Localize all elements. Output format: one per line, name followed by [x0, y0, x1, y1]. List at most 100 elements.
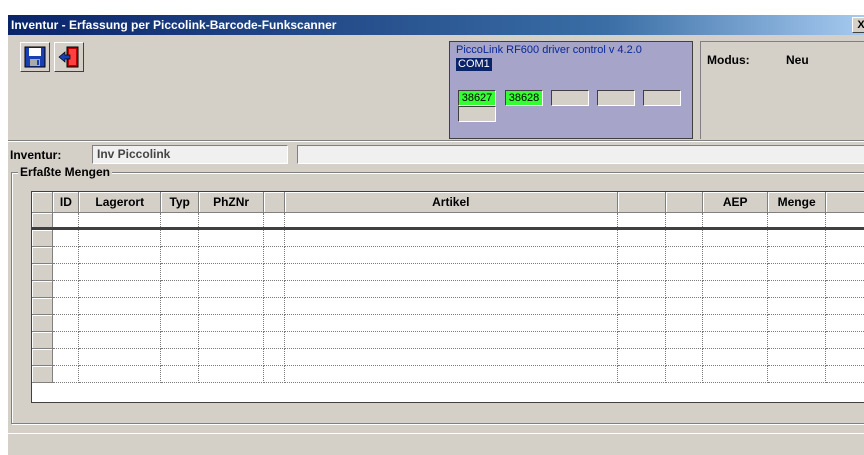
- table-cell[interactable]: [617, 297, 667, 315]
- table-cell[interactable]: [160, 348, 200, 366]
- column-header[interactable]: [617, 192, 667, 213]
- scanner-slot[interactable]: [458, 106, 496, 122]
- table-cell[interactable]: [665, 297, 704, 315]
- table-cell[interactable]: [617, 348, 667, 366]
- table-cell[interactable]: [617, 246, 667, 264]
- table-cell[interactable]: [665, 348, 704, 366]
- scanner-slot[interactable]: [597, 90, 635, 106]
- table-cell[interactable]: [78, 331, 162, 349]
- table-cell[interactable]: [825, 297, 864, 315]
- table-cell[interactable]: [767, 228, 827, 247]
- table-cell[interactable]: [78, 348, 162, 366]
- close-button[interactable]: X: [852, 17, 864, 33]
- table-cell[interactable]: [284, 365, 618, 383]
- table-cell[interactable]: [767, 348, 827, 366]
- row-header[interactable]: [32, 212, 54, 230]
- table-cell[interactable]: [160, 297, 200, 315]
- table-cell[interactable]: [198, 263, 264, 281]
- exit-button[interactable]: [54, 42, 84, 72]
- column-header[interactable]: [32, 192, 54, 213]
- column-header[interactable]: Artikel: [284, 192, 618, 213]
- table-cell[interactable]: [767, 314, 827, 332]
- table-cell[interactable]: [78, 246, 162, 264]
- table-row[interactable]: [32, 297, 864, 315]
- table-cell[interactable]: [198, 228, 264, 247]
- scanner-slot[interactable]: 38627: [458, 90, 496, 106]
- table-cell[interactable]: [198, 212, 264, 230]
- table-cell[interactable]: [617, 212, 667, 230]
- table-cell[interactable]: [160, 331, 200, 349]
- table-cell[interactable]: [263, 263, 285, 281]
- table-cell[interactable]: [52, 297, 80, 315]
- column-header[interactable]: PhZNr: [198, 192, 264, 213]
- table-cell[interactable]: [52, 263, 80, 281]
- table-cell[interactable]: [198, 348, 264, 366]
- table-cell[interactable]: [617, 280, 667, 298]
- table-cell[interactable]: [767, 263, 827, 281]
- table-row[interactable]: [32, 331, 864, 349]
- table-cell[interactable]: [78, 212, 162, 230]
- table-row[interactable]: [32, 365, 864, 383]
- column-header[interactable]: AEP: [702, 192, 769, 213]
- table-cell[interactable]: [702, 263, 769, 281]
- table-cell[interactable]: [160, 280, 200, 298]
- table-row[interactable]: [32, 228, 864, 247]
- table-cell[interactable]: [263, 228, 285, 247]
- table-cell[interactable]: [160, 212, 200, 230]
- table-cell[interactable]: [702, 365, 769, 383]
- table-cell[interactable]: [284, 314, 618, 332]
- table-cell[interactable]: [767, 365, 827, 383]
- row-header[interactable]: [32, 331, 54, 349]
- table-cell[interactable]: [617, 365, 667, 383]
- table-cell[interactable]: [665, 246, 704, 264]
- table-cell[interactable]: [198, 246, 264, 264]
- table-cell[interactable]: [825, 280, 864, 298]
- row-header[interactable]: [32, 263, 54, 281]
- table-cell[interactable]: [825, 246, 864, 264]
- inventur-field[interactable]: Inv Piccolink: [92, 145, 288, 164]
- table-cell[interactable]: [702, 228, 769, 247]
- table-cell[interactable]: [198, 331, 264, 349]
- table-cell[interactable]: [263, 331, 285, 349]
- scanner-slot[interactable]: 38628: [505, 90, 543, 106]
- row-header[interactable]: [32, 228, 54, 247]
- table-cell[interactable]: [284, 348, 618, 366]
- table-cell[interactable]: [78, 228, 162, 247]
- table-cell[interactable]: [198, 297, 264, 315]
- table-cell[interactable]: [665, 331, 704, 349]
- table-cell[interactable]: [284, 297, 618, 315]
- table-cell[interactable]: [263, 280, 285, 298]
- table-cell[interactable]: [263, 297, 285, 315]
- table-cell[interactable]: [284, 246, 618, 264]
- table-cell[interactable]: [665, 228, 704, 247]
- table-cell[interactable]: [767, 246, 827, 264]
- table-cell[interactable]: [78, 297, 162, 315]
- row-header[interactable]: [32, 297, 54, 315]
- table-cell[interactable]: [263, 348, 285, 366]
- table-cell[interactable]: [78, 314, 162, 332]
- table-cell[interactable]: [825, 228, 864, 247]
- column-header[interactable]: Lagerort: [78, 192, 162, 213]
- table-row[interactable]: [32, 280, 864, 298]
- table-cell[interactable]: [78, 280, 162, 298]
- table-cell[interactable]: [52, 348, 80, 366]
- table-cell[interactable]: [160, 263, 200, 281]
- table-cell[interactable]: [702, 212, 769, 230]
- table-cell[interactable]: [702, 348, 769, 366]
- table-row[interactable]: [32, 263, 864, 281]
- scanner-slot[interactable]: [643, 90, 681, 106]
- table-cell[interactable]: [702, 314, 769, 332]
- table-cell[interactable]: [702, 246, 769, 264]
- table-cell[interactable]: [665, 314, 704, 332]
- table-cell[interactable]: [825, 212, 864, 230]
- table-cell[interactable]: [825, 263, 864, 281]
- table-row[interactable]: [32, 348, 864, 366]
- table-cell[interactable]: [617, 228, 667, 247]
- table-cell[interactable]: [767, 280, 827, 298]
- table-cell[interactable]: [702, 280, 769, 298]
- row-header[interactable]: [32, 348, 54, 366]
- table-cell[interactable]: [263, 365, 285, 383]
- table-cell[interactable]: [702, 331, 769, 349]
- table-row[interactable]: [32, 314, 864, 332]
- table-cell[interactable]: [198, 365, 264, 383]
